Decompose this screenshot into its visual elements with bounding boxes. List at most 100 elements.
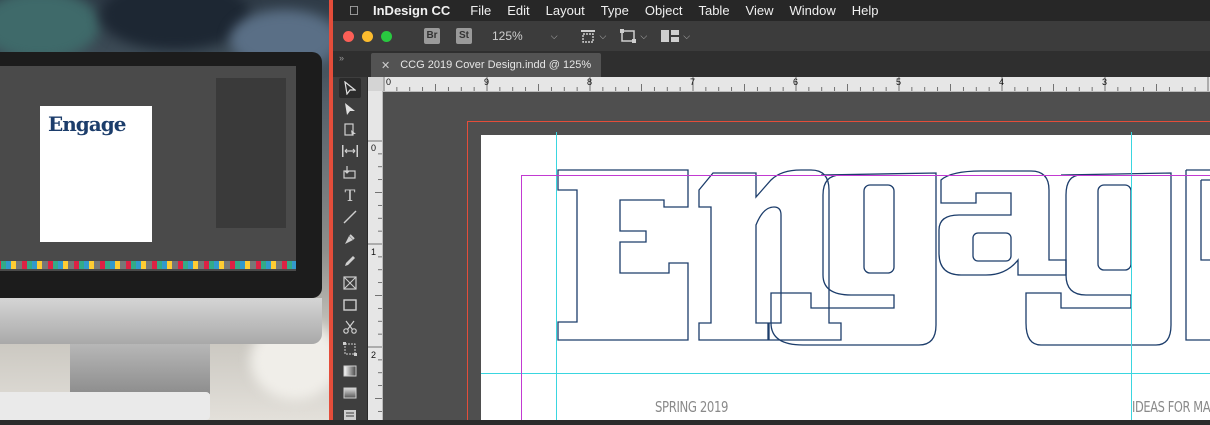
pencil-tool-icon	[345, 256, 355, 266]
ruler-label: 2	[371, 350, 377, 360]
menu-view[interactable]: View	[746, 3, 774, 18]
stock-button[interactable]: St	[456, 28, 472, 44]
free-transform-tool[interactable]	[339, 339, 361, 359]
view-options-button[interactable]: ⌵	[580, 29, 607, 43]
note-tool[interactable]	[339, 405, 361, 425]
chevron-down-icon: ⌵	[550, 30, 558, 41]
bleed-guide	[467, 121, 468, 420]
application-bar: Br St 125% ⌵ ⌵ ⌵ ⌵	[333, 21, 1210, 51]
rectangle-frame-icon	[343, 276, 357, 290]
document-canvas[interactable]: SPRING 2019 IDEAS FOR MARKETING AND CREA	[383, 92, 1210, 420]
ruler-label: 5	[896, 77, 902, 87]
bridge-button[interactable]: Br	[424, 28, 440, 44]
document-tab-bar: » ✕ CCG 2019 Cover Design.indd @ 125%	[333, 51, 1210, 77]
ruler-label: 7	[690, 77, 696, 87]
page-tool-icon	[344, 123, 356, 136]
close-window-button[interactable]	[343, 30, 354, 42]
document-tab[interactable]: ✕ CCG 2019 Cover Design.indd @ 125%	[371, 53, 602, 77]
gradient-swatch-icon	[343, 365, 357, 377]
gradient-feather-icon	[343, 387, 357, 399]
menu-file[interactable]: File	[470, 3, 491, 18]
horizontal-ruler[interactable]: 0 9 8 7 6 5 4 3	[383, 77, 1210, 92]
rectangle-tool-icon	[343, 299, 357, 311]
zoom-level-value: 125%	[492, 29, 523, 43]
menu-window[interactable]: Window	[790, 3, 836, 18]
menu-layout[interactable]: Layout	[546, 3, 585, 18]
screen-mode-button[interactable]: ⌵	[620, 29, 647, 43]
direct-selection-icon	[345, 103, 355, 115]
arrange-documents-button[interactable]: ⌵	[661, 30, 690, 42]
ruler-origin[interactable]	[368, 77, 383, 91]
collapse-panels-icon[interactable]: »	[339, 53, 344, 63]
background-photo: Engage	[0, 0, 329, 420]
zoom-window-button[interactable]	[381, 30, 392, 42]
rectangle-tool[interactable]	[339, 295, 361, 315]
minimize-window-button[interactable]	[362, 30, 373, 42]
pen-tool-icon	[345, 234, 355, 244]
mini-panels	[216, 78, 286, 228]
ruler-label: 0	[371, 143, 377, 153]
menu-table[interactable]: Table	[698, 3, 729, 18]
mini-logo: Engage	[48, 112, 126, 136]
menu-object[interactable]: Object	[645, 3, 683, 18]
issue-caption[interactable]: SPRING 2019	[655, 398, 728, 416]
close-tab-icon[interactable]: ✕	[381, 59, 390, 72]
arrange-documents-icon	[661, 30, 680, 42]
content-collector-icon	[343, 166, 356, 179]
selection-icon	[344, 81, 356, 95]
engage-logo[interactable]	[481, 135, 1210, 420]
menu-bar:  InDesign CC File Edit Layout Type Obje…	[333, 0, 1210, 21]
selection-tool[interactable]	[339, 78, 361, 98]
document-page[interactable]: SPRING 2019 IDEAS FOR MARKETING AND CREA	[481, 135, 1210, 420]
gradient-swatch-tool[interactable]	[339, 361, 361, 381]
direct-selection-tool[interactable]	[339, 99, 361, 119]
tagline-caption[interactable]: IDEAS FOR MARKETING AND CREA	[1132, 398, 1210, 416]
rectangle-frame-tool[interactable]	[339, 273, 361, 293]
app-menu[interactable]: InDesign CC	[373, 3, 450, 18]
margin-guide	[521, 175, 522, 420]
content-collector-tool[interactable]	[339, 162, 361, 182]
screen-mode-icon	[620, 29, 637, 43]
type-tool[interactable]: T	[339, 185, 361, 205]
apple-icon[interactable]: 	[349, 3, 363, 18]
chevron-down-icon: ⌵	[640, 30, 648, 41]
line-tool[interactable]	[339, 207, 361, 227]
menu-help[interactable]: Help	[852, 3, 879, 18]
bleed-guide	[467, 121, 1210, 122]
keyboard	[0, 392, 210, 420]
menu-type[interactable]: Type	[601, 3, 629, 18]
note-tool-icon	[344, 410, 356, 420]
ruler-label: 8	[587, 77, 593, 87]
row-guide[interactable]	[481, 373, 1210, 374]
margin-guide	[521, 175, 1210, 176]
page-tool[interactable]	[339, 120, 361, 140]
ruler-label: 9	[484, 77, 490, 87]
vertical-ruler[interactable]: 0 1 2	[368, 91, 383, 420]
free-transform-icon	[343, 342, 357, 356]
mini-dock	[0, 261, 296, 269]
gap-tool-icon	[342, 145, 358, 157]
scissors-tool[interactable]	[339, 317, 361, 337]
gradient-feather-tool[interactable]	[339, 383, 361, 403]
imac-monitor: Engage	[0, 52, 322, 298]
pen-tool[interactable]	[339, 229, 361, 249]
mini-page-preview: Engage	[40, 106, 152, 242]
monitor-chin	[0, 298, 322, 344]
ruler-label: 6	[793, 77, 799, 87]
chevron-down-icon: ⌵	[683, 30, 691, 41]
document-tab-title: CCG 2019 Cover Design.indd @ 125%	[400, 59, 592, 71]
ruler-label: 4	[999, 77, 1005, 87]
ruler-label: 3	[1102, 77, 1108, 87]
ruler-label: 1	[371, 247, 377, 257]
monitor-screen: Engage	[0, 66, 296, 271]
line-tool-icon	[343, 210, 357, 224]
zoom-level-select[interactable]: 125% ⌵	[492, 29, 558, 43]
type-tool-icon: T	[344, 185, 356, 205]
view-options-icon	[580, 30, 595, 43]
menu-edit[interactable]: Edit	[507, 3, 529, 18]
gap-tool[interactable]	[339, 141, 361, 161]
ruler-label: 0	[386, 77, 392, 87]
tools-panel: T	[333, 77, 368, 420]
pencil-tool[interactable]	[339, 251, 361, 271]
chevron-down-icon: ⌵	[599, 30, 607, 41]
